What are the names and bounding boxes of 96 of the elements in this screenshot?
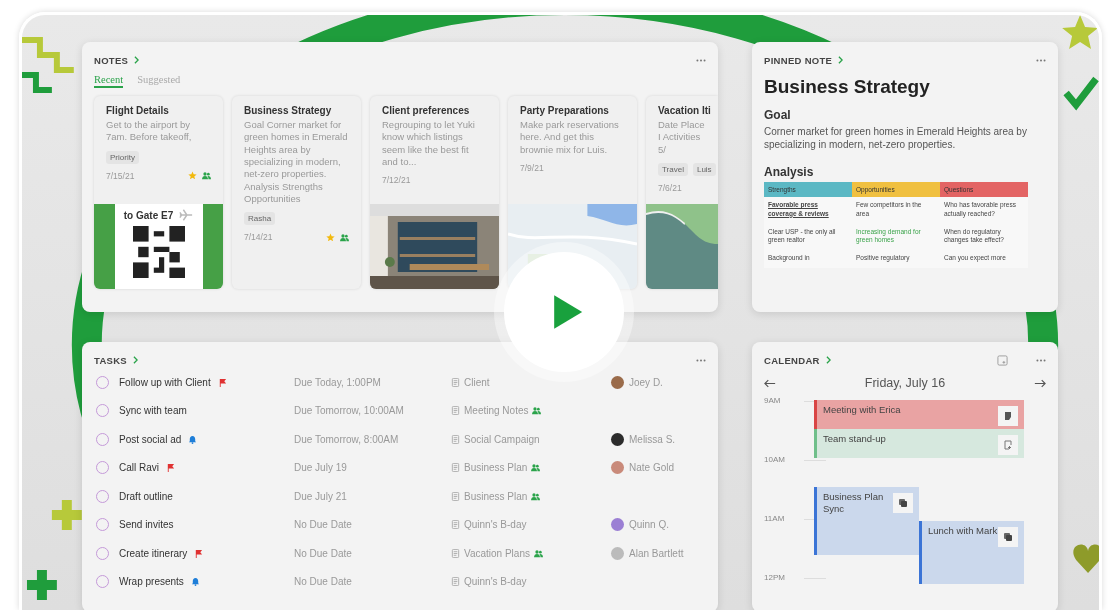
goal-text: Corner market for green homes in Emerald Heights area by specializing in modern, net-zero properties. [764, 125, 1028, 151]
event-title: Lunch with Mark [928, 524, 998, 538]
assignee-name: Quinn Q. [629, 519, 670, 531]
note-title: Business Strategy [244, 105, 333, 116]
copy-icon[interactable] [898, 498, 908, 508]
note-date: 7/15/21 [106, 170, 135, 181]
task-title[interactable]: Follow up with Client [119, 376, 211, 388]
note-add-icon[interactable] [1003, 440, 1013, 450]
note-preview: Goal Corner market for green homes in Emerald Heights area by specializing in modern, net-zero properties. Analysis Strengths Opportunities [244, 119, 349, 206]
note-icon [451, 377, 460, 387]
note-icon [451, 491, 460, 501]
due-date: No Due Date [294, 576, 353, 588]
due-date: Due July 19 [294, 462, 348, 474]
calendar-event[interactable]: Business Plan Sync [814, 487, 919, 555]
section-heading: Analysis [764, 165, 815, 179]
task-title[interactable]: Wrap presents [119, 576, 184, 588]
assignee-name: Nate Gold [629, 462, 675, 474]
chevron-icon[interactable] [838, 56, 844, 64]
calendar-date: Friday, July 16 [864, 376, 946, 390]
chevron-icon[interactable] [133, 356, 138, 364]
check-icon [1063, 76, 1099, 111]
more-icon[interactable] [1036, 358, 1046, 362]
due-date: Due Tomorrow, 10:00AM [294, 405, 405, 417]
assignee-name: Melissa S. [629, 433, 676, 445]
note-preview: Get to the airport by 7am. Before takeoff, [106, 119, 193, 144]
task-title[interactable]: Send invites [119, 519, 174, 531]
note-icon [451, 406, 460, 416]
hour-label: 10AM [764, 455, 785, 464]
note-preview: Make park reservations here. And get this brownie mix for Luis. [520, 119, 620, 157]
due-date: Due July 21 [294, 490, 348, 502]
event-title: Team stand-up [823, 433, 886, 446]
due-date: No Due Date [294, 547, 353, 559]
note-title: Party Preparations [520, 105, 610, 116]
due-date: Due Today, 1:00PM [294, 376, 382, 388]
task-title[interactable]: Post social ad [119, 433, 182, 445]
copy-icon[interactable] [1003, 531, 1013, 542]
note-tag[interactable]: Priority [106, 150, 139, 164]
note-date: 7/14/21 [244, 232, 273, 243]
event-title: Business Plan Sync [823, 491, 885, 516]
assignee-name: Alan Bartlett [629, 547, 684, 559]
note-card[interactable]: Business Strategy Goal Corner market for green homes in Emerald Heights area by specializing in modern, net-zero properties. Analysis Strengths Opportunities Rasha 7/14/21 [232, 96, 361, 289]
note-icon [451, 548, 460, 558]
task-title[interactable]: Call Ravi [119, 462, 159, 474]
note-card[interactable]: Flight Details Get to the airport by 7am. Before takeoff, Priority 7/15/21 to Gate E7 [94, 96, 223, 289]
note-title: Client preferences [382, 105, 471, 116]
more-icon[interactable] [696, 58, 706, 62]
qr-code-drawing [132, 226, 185, 278]
note-tag[interactable]: Travel [658, 163, 688, 177]
gate-text: to Gate E7 [123, 209, 174, 221]
zigzag-drawing [22, 37, 74, 93]
note-icon [451, 434, 460, 444]
due-date: No Due Date [294, 519, 353, 531]
calendar-add-icon[interactable] [997, 354, 1008, 366]
note-date: 7/6/21 [658, 183, 682, 194]
panel-title[interactable]: NOTES [94, 54, 129, 66]
note-date: 7/12/21 [382, 175, 411, 186]
chevron-icon[interactable] [825, 356, 831, 364]
note-preview: Regrouping to let Yuki know which listings seem like the best fit and to... [382, 119, 476, 169]
next-day-icon[interactable] [1034, 378, 1046, 388]
task-title[interactable]: Draft outline [119, 490, 173, 502]
task-title[interactable]: Sync with team [119, 405, 187, 417]
calendar-event[interactable]: Lunch with Mark [919, 520, 1024, 584]
note-tag[interactable]: Luis [692, 163, 716, 177]
note-card[interactable]: Client preferences Regrouping to let Yuki know which listings seem like the best fit and to... 7/12/21 [370, 96, 499, 289]
hour-label: 12PM [764, 573, 785, 582]
more-icon[interactable] [1036, 58, 1046, 62]
note-icon [451, 577, 460, 587]
task-title[interactable]: Create itinerary [119, 547, 188, 559]
assignee-name: Joey D. [629, 376, 663, 388]
event-title: Meeting with Erica [823, 404, 901, 417]
note-icon [451, 520, 460, 530]
due-date: Due Tomorrow, 8:00AM [294, 433, 400, 445]
note-icon[interactable] [1003, 411, 1013, 421]
star-icon [1062, 15, 1098, 49]
panel-title[interactable]: PINNED NOTE [764, 54, 833, 66]
panel-title[interactable]: TASKS [94, 354, 127, 366]
section-heading: Goal [764, 108, 792, 122]
note-icon [451, 463, 460, 473]
hour-label: 9AM [764, 396, 781, 405]
calendar-event[interactable]: Meeting with Erica [814, 400, 1024, 429]
plane-icon [179, 208, 194, 222]
note-preview: Date Place I Activities 5/ [658, 119, 706, 157]
plus-icon [51, 500, 82, 530]
calendar-event[interactable]: Team stand-up [814, 429, 1024, 458]
note-heading: Business Strategy [764, 76, 931, 98]
plus-icon [27, 570, 57, 600]
note-date: 7/9/21 [520, 163, 544, 174]
more-icon[interactable] [696, 358, 706, 362]
note-tag[interactable]: Rasha [244, 212, 276, 226]
note-title: Flight Details [106, 105, 170, 116]
note-card[interactable]: Vacation Iti Date Place I Activities 5/ Travel Luis 7/6/21 [646, 96, 718, 289]
heart-icon [1073, 544, 1099, 573]
chevron-icon[interactable] [134, 56, 140, 64]
previous-day-icon[interactable] [764, 378, 776, 388]
panel-title[interactable]: CALENDAR [764, 354, 820, 366]
hour-label: 11AM [764, 514, 785, 523]
